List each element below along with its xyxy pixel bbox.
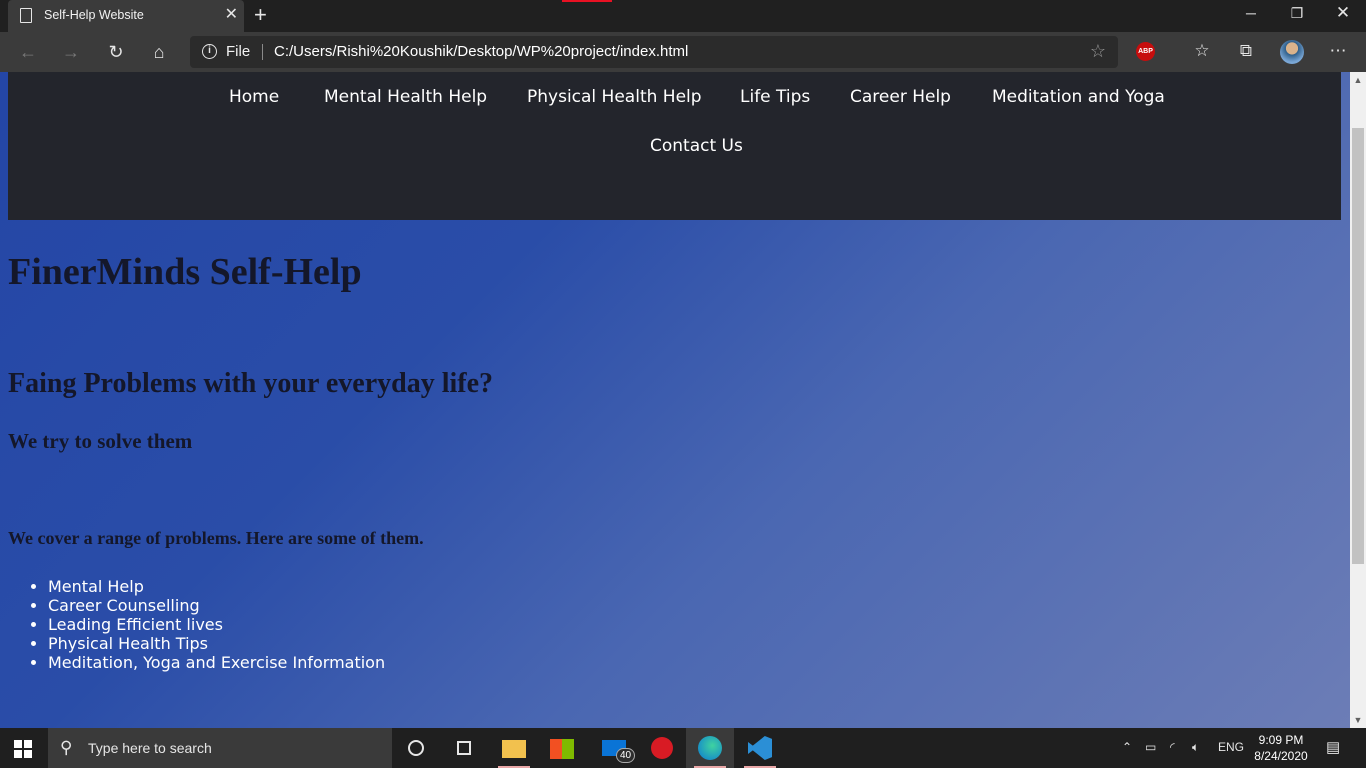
taskbar: ⚲ Type here to search ⌃ ▭ ◜ 🔈︎ ENG 9:09 … — [0, 728, 1366, 768]
nav-meditation-yoga-link[interactable]: Meditation and Yoga — [992, 87, 1165, 107]
tab-title: Self-Help Website — [44, 8, 144, 22]
new-tab-icon[interactable]: + — [254, 4, 267, 26]
address-separator — [262, 44, 263, 60]
clock-time: 9:09 PM — [1258, 733, 1304, 747]
close-window-icon[interactable]: ✕ — [1320, 0, 1366, 30]
favorite-star-icon[interactable]: ☆ — [1090, 41, 1106, 62]
minimize-icon[interactable]: ─ — [1228, 0, 1274, 30]
collections-icon[interactable]: ⧉ — [1234, 40, 1258, 62]
clock-date: 8/24/2020 — [1254, 749, 1308, 763]
vscode-icon[interactable] — [736, 728, 784, 768]
info-icon[interactable]: i — [202, 44, 217, 59]
page-heading: Faing Problems with your everyday life? — [8, 368, 494, 399]
nav-life-tips-link[interactable]: Life Tips — [740, 87, 810, 107]
scroll-down-icon[interactable]: ▼ — [1350, 715, 1366, 725]
system-clock[interactable]: 9:09 PM 8/24/2020 — [1250, 732, 1312, 764]
restore-icon[interactable]: ❐ — [1274, 0, 1320, 30]
nav-mental-health-link[interactable]: Mental Health Help — [324, 87, 487, 107]
task-view-icon[interactable] — [440, 728, 488, 768]
more-icon[interactable]: ⋯ — [1326, 40, 1350, 62]
refresh-icon[interactable]: ↻ — [103, 40, 129, 64]
address-scheme: File — [226, 43, 251, 60]
document-icon — [20, 8, 32, 23]
taskbar-search-box[interactable]: ⚲ Type here to search — [48, 728, 392, 768]
close-tab-icon[interactable]: ✕ — [225, 7, 238, 23]
windows-start-icon[interactable] — [14, 740, 32, 758]
list-item: Leading Efficient lives — [48, 615, 385, 634]
search-placeholder: Type here to search — [88, 740, 212, 756]
vertical-scrollbar[interactable]: ▲ ▼ — [1350, 72, 1366, 728]
nav-career-help-link[interactable]: Career Help — [850, 87, 951, 107]
battery-icon[interactable]: ▭ — [1145, 740, 1156, 754]
favorites-icon[interactable]: ☆ — [1190, 40, 1214, 62]
file-explorer-icon[interactable] — [490, 728, 538, 768]
browser-toolbar: ← → ↻ ⌂ i File C:/Users/Rishi%20Koushik/… — [0, 32, 1366, 72]
language-indicator[interactable]: ENG — [1218, 740, 1244, 754]
nav-physical-health-link[interactable]: Physical Health Help — [527, 87, 702, 107]
media-player-icon[interactable] — [638, 728, 686, 768]
back-icon[interactable]: ← — [15, 40, 41, 64]
address-bar[interactable]: i File C:/Users/Rishi%20Koushik/Desktop/… — [190, 36, 1118, 68]
profile-avatar[interactable] — [1280, 40, 1304, 64]
web-page: Home Mental Health Help Physical Health … — [0, 72, 1350, 728]
tab-indicator — [562, 0, 612, 2]
nav-contact-link[interactable]: Contact Us — [650, 136, 743, 156]
store-icon[interactable] — [538, 728, 586, 768]
topics-list: Mental Help Career Counselling Leading E… — [48, 577, 385, 672]
list-item: Career Counselling — [48, 596, 385, 615]
url-text[interactable]: C:/Users/Rishi%20Koushik/Desktop/WP%20pr… — [274, 43, 688, 60]
browser-tab[interactable]: Self-Help Website ✕ — [8, 0, 244, 32]
volume-icon[interactable]: 🔈︎ — [1192, 740, 1199, 755]
home-icon[interactable]: ⌂ — [146, 40, 172, 64]
site-navigation: Home Mental Health Help Physical Health … — [8, 72, 1341, 220]
adblock-icon[interactable]: ABP — [1136, 42, 1155, 61]
scrollbar-thumb[interactable] — [1352, 128, 1364, 564]
wifi-icon[interactable]: ◜ — [1170, 740, 1175, 754]
nav-home-link[interactable]: Home — [229, 87, 279, 107]
list-item: Physical Health Tips — [48, 634, 385, 653]
site-title: FinerMinds Self-Help — [8, 251, 362, 293]
search-icon: ⚲ — [60, 738, 73, 757]
list-item: Meditation, Yoga and Exercise Informatio… — [48, 653, 385, 672]
mail-unread-badge: 40 — [616, 748, 635, 763]
tab-bar: Self-Help Website ✕ + ─ ❐ ✕ — [0, 0, 1366, 32]
edge-icon[interactable] — [686, 728, 734, 768]
page-subheading: We try to solve them — [8, 429, 193, 453]
scroll-up-icon[interactable]: ▲ — [1350, 75, 1366, 85]
intro-text: We cover a range of problems. Here are s… — [8, 528, 424, 548]
list-item: Mental Help — [48, 577, 385, 596]
forward-icon[interactable]: → — [58, 40, 84, 64]
show-hidden-icons-icon[interactable]: ⌃ — [1122, 740, 1132, 754]
cortana-icon[interactable] — [392, 728, 440, 768]
notifications-icon[interactable]: ▤ — [1326, 738, 1340, 756]
